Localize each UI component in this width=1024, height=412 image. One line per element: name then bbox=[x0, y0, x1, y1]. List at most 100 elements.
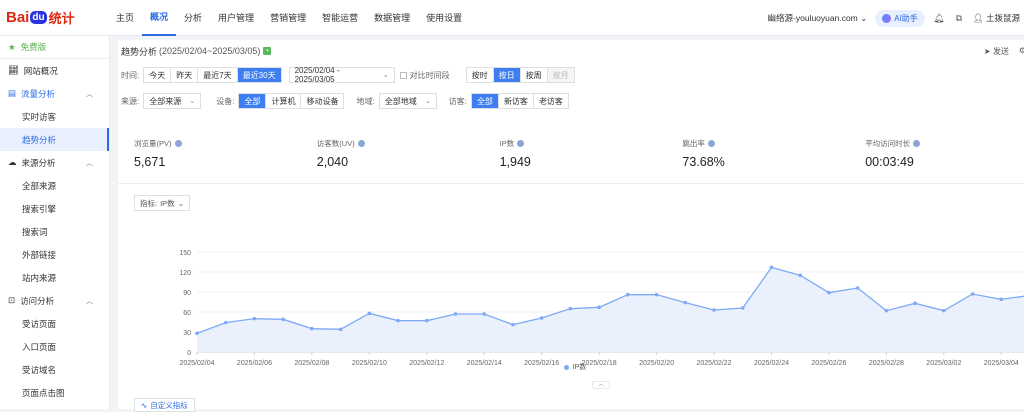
y-tick-label: 150 bbox=[179, 250, 191, 257]
sidebar-item-label: 来源分析 bbox=[21, 157, 56, 168]
device-option[interactable]: 移动设备 bbox=[301, 94, 343, 108]
data-point bbox=[568, 306, 573, 311]
data-point bbox=[626, 292, 630, 297]
data-point bbox=[338, 327, 343, 332]
sidebar-item-realtime[interactable]: 实时访客 bbox=[0, 105, 109, 128]
user-menu[interactable]: 👤︎ 土拨鼠源 bbox=[973, 12, 1020, 24]
sidebar-item-search-engine[interactable]: 搜索引擎 bbox=[0, 197, 109, 220]
ai-assistant-label: AI助手 bbox=[894, 13, 918, 23]
sidebar-item-visited-pages[interactable]: 受访页面 bbox=[0, 312, 109, 335]
collapse-toggle[interactable]: ︿ bbox=[592, 381, 610, 389]
granularity-option[interactable]: 按周 bbox=[521, 68, 548, 82]
data-point bbox=[683, 300, 688, 305]
nav-item[interactable]: 主页 bbox=[108, 0, 142, 36]
trend-chart: 03060901201502025/02/04 2025/02/06 2025/02… bbox=[179, 250, 1024, 367]
logo-paw-du: du bbox=[30, 11, 47, 24]
sidebar-item-internal-source[interactable]: 站内来源 bbox=[0, 266, 109, 289]
legend-label: IP数 bbox=[572, 364, 587, 371]
sidebar-item-all-sources[interactable]: 全部来源 bbox=[0, 174, 109, 197]
compare-checkbox[interactable]: 对比时间段 bbox=[399, 70, 450, 81]
data-point bbox=[539, 316, 544, 320]
copy-icon[interactable]: ⧉ bbox=[953, 12, 965, 24]
star-icon: ★ bbox=[8, 41, 16, 52]
sidebar-item-click-map[interactable]: 页面点击图 bbox=[0, 381, 109, 404]
sidebar-group-traffic[interactable]: ▤ 流量分析 ︿ bbox=[0, 82, 109, 105]
checkbox-icon bbox=[399, 71, 407, 79]
nav-item[interactable]: 分析 bbox=[176, 0, 210, 36]
nav-item[interactable]: 智能运营 bbox=[314, 0, 366, 36]
y-tick-label: 90 bbox=[183, 290, 191, 297]
sidebar-item-visited-domains[interactable]: 受访域名 bbox=[0, 358, 109, 381]
time-range-option[interactable]: 昨天 bbox=[171, 68, 199, 82]
nav-item[interactable]: 用户管理 bbox=[210, 0, 262, 36]
visitor-option[interactable]: 老访客 bbox=[534, 94, 568, 108]
data-point bbox=[712, 308, 716, 312]
data-point bbox=[942, 308, 946, 313]
data-point bbox=[855, 286, 860, 290]
export-icon[interactable]: ▪ bbox=[263, 47, 272, 55]
sidebar-item-overview[interactable]: 📈︎ 网站概况 bbox=[0, 59, 109, 82]
sidebar-item-label: 访问分析 bbox=[20, 295, 55, 306]
ai-assistant-button[interactable]: AI助手 bbox=[875, 9, 925, 27]
chart-legend[interactable]: IP数 bbox=[118, 362, 1024, 372]
top-nav: Bai du 统计 主页 概况 分析 用户管理 营销管理 智能运营 数据管理 使用设置 幽络源-y… bbox=[0, 0, 1024, 36]
visitor-option[interactable]: 全部 bbox=[471, 94, 499, 108]
site-selector[interactable]: 幽络源-youluoyuan.com ⌄ bbox=[768, 12, 868, 24]
send-button[interactable]: ➤ 发送 bbox=[984, 46, 1009, 57]
sidebar-item-entry-pages[interactable]: 入口页面 bbox=[0, 335, 109, 358]
granularity-option[interactable]: 按日 bbox=[493, 68, 521, 82]
date-range-picker[interactable]: 2025/02/04 - 2025/03/05 ⌄ bbox=[288, 66, 395, 84]
chart-line-icon: 📈︎ bbox=[8, 65, 19, 75]
y-tick-label: 0 bbox=[187, 350, 191, 357]
time-range-option[interactable]: 最近30天 bbox=[237, 68, 281, 82]
time-range-segment: 今天 昨天 最近7天 最近30天 bbox=[143, 67, 282, 83]
visitor-option[interactable]: 新访客 bbox=[499, 94, 534, 108]
free-edition-label: 免费版 bbox=[20, 42, 47, 52]
data-point bbox=[999, 297, 1004, 302]
device-option[interactable]: 计算机 bbox=[266, 94, 302, 108]
data-point bbox=[310, 326, 314, 331]
device-option[interactable]: 全部 bbox=[239, 94, 267, 108]
sidebar-item-label: 流量分析 bbox=[21, 88, 56, 99]
trend-card: 浏览量(PV) 5,671 访客数(UV) 2,040 IP数 1,949 跳出率 73.68… bbox=[118, 122, 1024, 409]
granularity-option[interactable]: 按时 bbox=[467, 68, 494, 82]
custom-metric-button[interactable]: ∿ 自定义指标 bbox=[134, 398, 195, 412]
logo-text-tongji: 统计 bbox=[48, 11, 75, 26]
baidu-tongji-logo[interactable]: Bai du 统计 bbox=[0, 8, 108, 27]
region-select[interactable]: 全部地域 ⌄ bbox=[378, 93, 437, 109]
sidebar-group-visit[interactable]: ⊡ 访问分析 ︿ bbox=[0, 289, 109, 312]
nav-item[interactable]: 概况 bbox=[142, 0, 177, 36]
sidebar-item-search-terms[interactable]: 搜索词 bbox=[0, 220, 109, 243]
main-content: 趋势分析 (2025/02/04~2025/03/05) ▪ ➤ 发送 ⚙ 时间… bbox=[110, 36, 1024, 412]
data-point bbox=[798, 273, 803, 278]
send-icon: ➤ bbox=[983, 47, 991, 56]
bell-icon[interactable]: 🔔︎ bbox=[933, 12, 945, 24]
nav-item[interactable]: 使用设置 bbox=[418, 0, 470, 36]
data-point bbox=[740, 306, 745, 310]
legend-marker bbox=[563, 364, 569, 370]
visitor-segment: 全部 新访客 老访客 bbox=[470, 93, 569, 109]
chevron-up-icon: ︿ bbox=[86, 297, 93, 305]
data-point bbox=[396, 318, 400, 323]
data-point bbox=[970, 292, 975, 296]
granularity-option[interactable]: 按月 bbox=[547, 68, 574, 82]
y-tick-label: 120 bbox=[179, 270, 191, 277]
document-icon: ▤ bbox=[8, 88, 17, 98]
time-range-option[interactable]: 今天 bbox=[144, 68, 172, 82]
region-select-value: 全部地域 bbox=[384, 96, 417, 106]
logo-text-bai: Bai bbox=[6, 9, 30, 26]
free-edition-item[interactable]: ★ 免费版 bbox=[0, 36, 109, 58]
nav-item[interactable]: 数据管理 bbox=[366, 0, 418, 36]
sidebar-group-source[interactable]: ☁︎ 来源分析 ︿ bbox=[0, 151, 109, 174]
device-filter-label: 设备: bbox=[216, 96, 235, 106]
nav-item[interactable]: 营销管理 bbox=[262, 0, 314, 36]
user-icon: 👤︎ bbox=[972, 13, 984, 23]
page-title: 趋势分析 bbox=[121, 46, 158, 57]
time-range-option[interactable]: 最近7天 bbox=[198, 68, 238, 82]
data-point bbox=[367, 311, 372, 316]
settings-icon[interactable]: ⚙ bbox=[1019, 46, 1024, 57]
source-select[interactable]: 全部来源 ⌄ bbox=[143, 93, 202, 109]
sparkline-icon: ∿ bbox=[141, 400, 148, 410]
sidebar-item-external-links[interactable]: 外部链接 bbox=[0, 243, 109, 266]
sidebar-item-trend[interactable]: 趋势分析 bbox=[0, 128, 109, 151]
